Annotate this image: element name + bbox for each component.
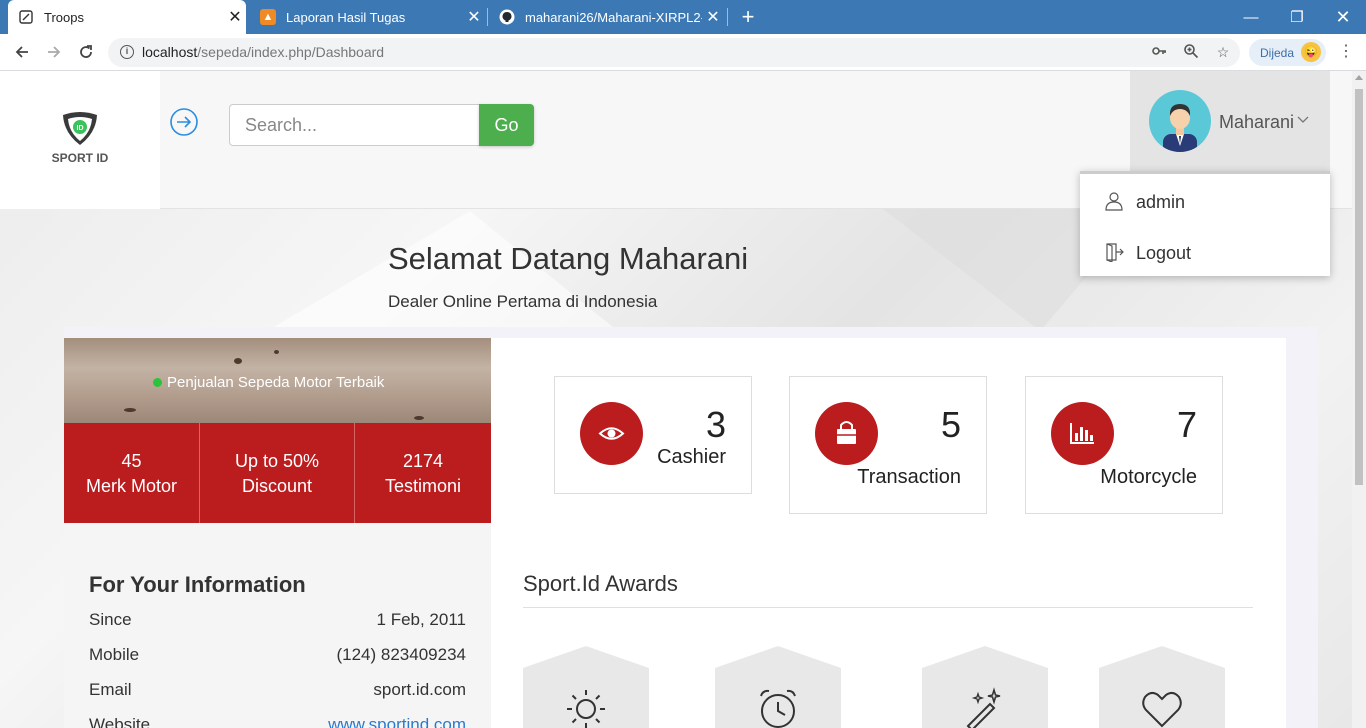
zoom-icon[interactable] (1182, 43, 1200, 61)
close-tab-icon[interactable]: ✕ (224, 7, 246, 27)
scrollbar-thumb[interactable] (1355, 89, 1363, 485)
info-row-website: Website www.sportind.com (89, 715, 466, 728)
tab-title: maharani26/Maharani-XIRPL2-22 (525, 9, 702, 25)
website-link[interactable]: www.sportind.com (328, 715, 466, 728)
info-row-since: Since 1 Feb, 2011 (89, 610, 466, 629)
stat-discount: Up to 50% Discount (234, 451, 320, 496)
profile-label: Dijeda (1260, 46, 1295, 60)
info-panel: For Your Information Since 1 Feb, 2011 Mo… (64, 523, 491, 728)
dropdown-label: admin (1136, 192, 1186, 212)
address-bar[interactable]: i localhost/sepeda/index.php/Dashboard ☆ (108, 38, 1240, 67)
status-dot (153, 378, 162, 387)
stat-card-transaction[interactable]: 5 Transaction (789, 376, 987, 514)
welcome-subtitle: Dealer Online Pertama di Indonesia (388, 292, 658, 311)
info-row-mobile: Mobile (124) 823409234 (89, 645, 466, 664)
tab-divider (487, 8, 488, 26)
chevron-down-icon (1296, 112, 1310, 129)
browser-menu-icon[interactable]: ⋮ (1338, 42, 1354, 62)
tab-divider (727, 8, 728, 26)
eye-icon (580, 402, 643, 465)
user-menu-toggle[interactable]: Maharani (1130, 71, 1330, 171)
user-dropdown-menu: admin Logout (1080, 171, 1330, 276)
stat-label: Transaction (857, 466, 961, 488)
page-favicon-icon (18, 9, 34, 25)
tab-title: Laporan Hasil Tugas (286, 9, 406, 25)
tab-github[interactable]: maharani26/Maharani-XIRPL2-22 ✕ (489, 0, 724, 34)
browser-tab-bar: Troops ✕ ▲ Laporan Hasil Tugas ✕ maharan… (0, 0, 1366, 34)
stat-count: 5 (940, 404, 961, 445)
magic-wand-icon (966, 687, 1001, 728)
sidebar-toggle-arrow-icon[interactable] (169, 107, 199, 137)
restore-window-icon[interactable]: ❐ (1274, 0, 1320, 34)
dropdown-item-logout[interactable]: Logout (1080, 230, 1330, 272)
page-favicon-icon: ▲ (260, 9, 276, 25)
url-text: localhost/sepeda/index.php/Dashboard (142, 44, 385, 60)
award-magic[interactable] (922, 646, 1048, 728)
wood-texture (274, 350, 279, 354)
tab-title: Troops (44, 9, 84, 25)
shopping-bag-icon (815, 402, 878, 465)
vertical-scrollbar[interactable] (1352, 71, 1366, 728)
key-icon[interactable] (1150, 43, 1168, 61)
stat-label: Motorcycle (1100, 466, 1197, 488)
stat-count: 3 (705, 404, 726, 445)
profile-button[interactable]: Dijeda 😜 (1249, 39, 1326, 66)
new-tab-plus-icon[interactable]: + (737, 4, 759, 30)
heart-icon (1142, 691, 1182, 728)
stat-count: 7 (1176, 404, 1197, 445)
close-tab-icon[interactable]: ✕ (702, 7, 724, 27)
forward-arrow-icon[interactable] (40, 39, 68, 65)
github-icon (499, 9, 515, 25)
page-viewport: ID SPORT ID Go Maharani (0, 71, 1352, 728)
stat-label: Cashier (657, 446, 726, 468)
award-clock[interactable] (715, 646, 841, 728)
alarm-clock-icon (760, 689, 796, 728)
wood-texture (124, 408, 136, 412)
close-tab-icon[interactable]: ✕ (463, 7, 485, 27)
info-row-email: Email sport.id.com (89, 680, 466, 699)
site-info-icon[interactable]: i (120, 45, 134, 59)
promo-stats: 45 Merk Motor Up to 50% Discount 2174 Te… (64, 423, 491, 523)
scroll-up-arrow-icon[interactable] (1355, 75, 1363, 80)
awards-title: Sport.Id Awards (523, 571, 678, 596)
bar-chart-icon (1051, 402, 1114, 465)
wood-texture (414, 416, 424, 420)
site-logo[interactable]: ID SPORT ID (0, 71, 160, 209)
stat-card-motorcycle[interactable]: 7 Motorcycle (1025, 376, 1223, 514)
stat-testimoni: 2174 Testimoni (384, 451, 462, 496)
dropdown-label: Logout (1136, 243, 1192, 263)
logout-icon (1106, 243, 1124, 262)
award-sun[interactable] (523, 646, 649, 728)
dropdown-item-admin[interactable]: admin (1080, 179, 1330, 221)
welcome-title: Selamat Datang Maharani (388, 241, 749, 276)
avatar (1149, 90, 1211, 152)
sun-icon (567, 690, 605, 728)
search-input[interactable] (229, 104, 480, 146)
awards-divider (523, 607, 1253, 608)
minimize-window-icon[interactable]: — (1228, 0, 1274, 34)
tab-laporan[interactable]: ▲ Laporan Hasil Tugas ✕ (250, 0, 485, 34)
promo-banner: Penjualan Sepeda Motor Terbaik (64, 338, 491, 423)
dashboard-panel: 3 Cashier 5 Transaction 7 Motorcycle Spo… (491, 338, 1286, 728)
svg-text:ID: ID (77, 125, 84, 132)
back-arrow-icon[interactable] (8, 39, 36, 65)
bookmark-star-icon[interactable]: ☆ (1214, 43, 1232, 61)
tab-troops[interactable]: Troops ✕ (8, 0, 246, 34)
stat-merk-motor: 45 Merk Motor (85, 451, 177, 496)
reload-icon[interactable] (72, 39, 100, 65)
logo-shield-icon: ID (63, 112, 97, 145)
wood-texture (234, 358, 242, 364)
award-heart[interactable] (1099, 646, 1225, 728)
profile-avatar-icon: 😜 (1301, 42, 1321, 62)
go-button[interactable]: Go (479, 104, 534, 146)
stat-card-cashier[interactable]: 3 Cashier (554, 376, 752, 494)
info-title: For Your Information (89, 572, 306, 597)
browser-toolbar: i localhost/sepeda/index.php/Dashboard ☆… (0, 34, 1366, 71)
user-icon (1105, 192, 1123, 211)
user-name: Maharani (1219, 112, 1295, 132)
banner-text: Penjualan Sepeda Motor Terbaik (167, 374, 385, 391)
logo-text: SPORT ID (51, 151, 109, 165)
close-window-icon[interactable]: ✕ (1320, 0, 1366, 34)
